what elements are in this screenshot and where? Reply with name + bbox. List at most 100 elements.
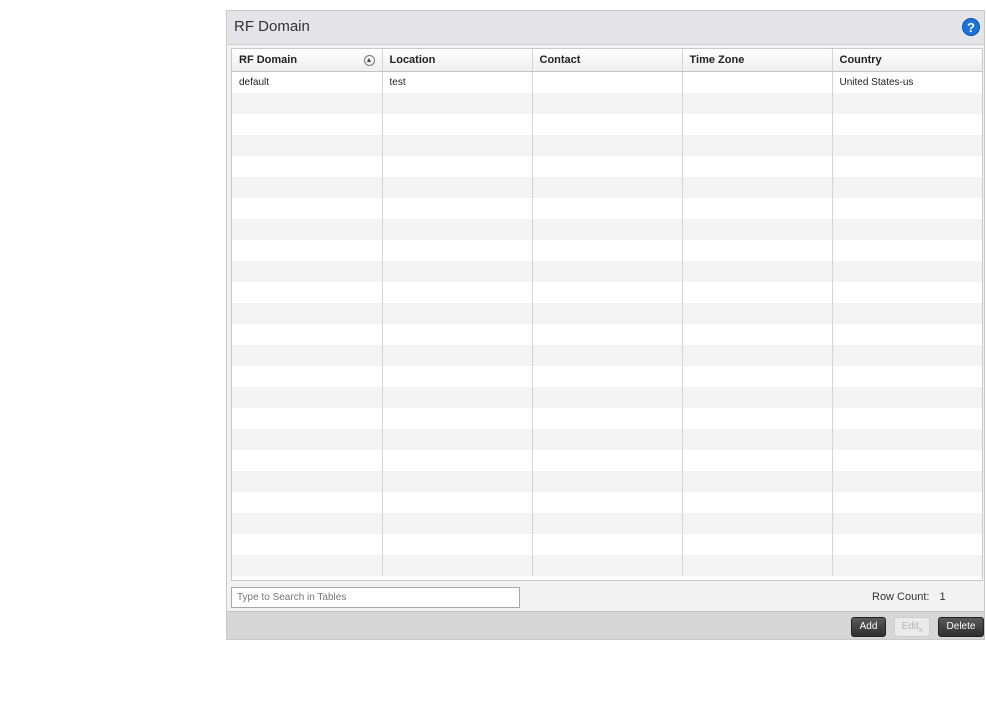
empty-cell	[832, 198, 982, 219]
empty-cell	[382, 240, 533, 261]
empty-cell	[832, 387, 982, 408]
column-header-location[interactable]: Location	[382, 49, 533, 72]
empty-cell	[832, 513, 982, 534]
empty-cell	[382, 93, 533, 114]
empty-cell	[232, 555, 383, 576]
add-button-label: Add	[859, 621, 878, 632]
empty-cell	[232, 324, 383, 345]
empty-cell	[232, 387, 383, 408]
empty-cell	[682, 219, 833, 240]
empty-table-row	[232, 240, 982, 261]
column-header-contact[interactable]: Contact	[532, 49, 683, 72]
empty-cell	[382, 114, 533, 135]
empty-cell	[682, 303, 833, 324]
empty-table-row	[232, 303, 982, 324]
empty-cell	[682, 366, 833, 387]
empty-cell	[832, 408, 982, 429]
empty-cell	[532, 114, 683, 135]
empty-cell	[532, 555, 683, 576]
table-header-row: RF Domain ▲ Location Contact Time Zone C…	[232, 49, 982, 72]
empty-cell	[832, 240, 982, 261]
empty-cell	[232, 198, 383, 219]
empty-table-row	[232, 492, 982, 513]
empty-cell	[532, 240, 683, 261]
empty-cell	[232, 492, 383, 513]
empty-cell	[532, 177, 683, 198]
empty-cell	[682, 156, 833, 177]
empty-table-row	[232, 345, 982, 366]
empty-cell	[832, 156, 982, 177]
empty-cell	[232, 93, 383, 114]
empty-cell	[232, 261, 383, 282]
column-header-label: Country	[839, 54, 882, 66]
cell-country: United States-us	[839, 77, 914, 88]
empty-table-row	[232, 366, 982, 387]
empty-cell	[382, 177, 533, 198]
empty-cell	[382, 345, 533, 366]
empty-cell	[382, 282, 533, 303]
delete-button[interactable]: Delete	[938, 617, 984, 637]
empty-cell	[232, 513, 383, 534]
empty-table-row	[232, 534, 982, 555]
empty-cell	[832, 219, 982, 240]
empty-cell	[232, 303, 383, 324]
empty-cell	[382, 366, 533, 387]
empty-cell	[832, 492, 982, 513]
empty-cell	[682, 408, 833, 429]
rf-domain-table: RF Domain ▲ Location Contact Time Zone C…	[231, 48, 983, 581]
panel-header: RF Domain ?	[227, 11, 984, 45]
cell-rf-domain: default	[232, 71, 383, 93]
empty-table-row	[232, 93, 982, 114]
empty-cell	[382, 555, 533, 576]
empty-cell	[532, 429, 683, 450]
table-row[interactable]: default test United States-us	[232, 71, 982, 93]
add-button[interactable]: Add	[851, 617, 886, 637]
empty-cell	[532, 450, 683, 471]
empty-cell	[682, 429, 833, 450]
empty-cell	[832, 471, 982, 492]
empty-cell	[532, 492, 683, 513]
empty-table-row	[232, 261, 982, 282]
empty-cell	[232, 429, 383, 450]
empty-cell	[232, 135, 383, 156]
edit-button[interactable]: Editx	[894, 617, 930, 637]
empty-cell	[532, 282, 683, 303]
empty-cell	[532, 513, 683, 534]
empty-cell	[382, 450, 533, 471]
empty-cell	[832, 303, 982, 324]
empty-cell	[382, 303, 533, 324]
empty-cell	[832, 366, 982, 387]
empty-cell	[382, 219, 533, 240]
column-header-rf-domain[interactable]: RF Domain ▲	[232, 49, 383, 72]
row-count: Row Count: 1	[872, 591, 946, 603]
empty-cell	[682, 324, 833, 345]
empty-cell	[382, 513, 533, 534]
empty-table-row	[232, 324, 982, 345]
help-icon[interactable]: ?	[962, 18, 980, 36]
column-header-time-zone[interactable]: Time Zone	[682, 49, 833, 72]
empty-table-row	[232, 429, 982, 450]
empty-cell	[832, 450, 982, 471]
empty-cell	[232, 114, 383, 135]
empty-cell	[682, 282, 833, 303]
empty-cell	[682, 471, 833, 492]
empty-cell	[682, 177, 833, 198]
column-header-label: Time Zone	[689, 54, 745, 66]
sort-ascending-icon[interactable]: ▲	[363, 55, 375, 66]
empty-cell	[532, 93, 683, 114]
empty-cell	[682, 261, 833, 282]
empty-cell	[682, 492, 833, 513]
empty-cell	[382, 198, 533, 219]
empty-table-row	[232, 555, 982, 576]
dropdown-marker-icon: x	[918, 627, 923, 634]
search-input[interactable]	[231, 587, 520, 608]
column-header-country[interactable]: Country	[832, 49, 982, 72]
empty-cell	[832, 555, 982, 576]
empty-cell	[232, 282, 383, 303]
empty-cell	[232, 177, 383, 198]
empty-cell	[382, 492, 533, 513]
empty-cell	[832, 177, 982, 198]
empty-cell	[232, 471, 383, 492]
empty-cell	[532, 534, 683, 555]
empty-cell	[682, 198, 833, 219]
